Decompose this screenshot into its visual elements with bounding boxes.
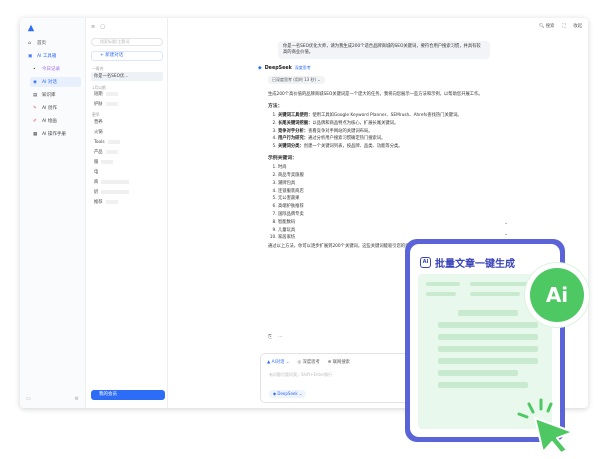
list-item[interactable]: Tools [91,138,163,147]
list-item: 潮牌包具 [278,181,506,187]
list-item: 用户行为研究：通过分析用户搜索习惯确定热门搜索词。 [278,136,506,142]
web-search-toggle[interactable]: ⊕ 联网搜索 [328,359,350,365]
app-logo-icon [27,24,35,32]
menu-icon[interactable]: ≡ [91,24,95,30]
rail-item-today[interactable]: • 今日记录 [30,64,86,74]
history-search-input[interactable]: 搜索标题/主题词 [91,38,163,46]
top-bar: 🔍︎ 搜索 ⛶ 收起 [539,23,582,30]
list-item: 竞争对手分析：查看竞争对手网站的关键词布局。 [278,129,506,135]
more-icon[interactable]: ⋯ [278,334,283,340]
left-rail: ⌂ 首页 ▣ AI 工具箱 • 今日记录 ◉ AI 对话 ▤ 知识库 ✎ AI 创作 ✐ AI… [20,18,86,408]
list-item: 智能数码 [278,220,506,226]
brush-icon: ✐ [33,118,37,124]
list-item[interactable]: 奶 [91,188,163,197]
model-select[interactable]: ▲ AI对话 ⌄ [267,359,289,365]
list-item[interactable]: 商 [91,178,163,187]
list-item[interactable]: 短期 [91,90,163,99]
examples-list: 时尚 商品专卖旗舰 潮牌包具 连锁服装商店 无公害蔬果 高端护肤推荐 国际品牌专… [278,165,506,241]
list-item[interactable]: 护肤 [91,100,163,109]
list-item: 儿童玩具 [278,228,506,234]
list-item: 无公害蔬果 [278,196,506,202]
ai-logo-icon: AI [420,257,431,268]
list-item: 时尚 [278,165,506,171]
feedback-bar: ⎘ ⋯ [268,334,283,340]
list-item[interactable]: 火锅 [91,128,163,137]
thinking-toggle[interactable]: 已深度思考 (用时 13 秒) ⌄ [268,76,325,84]
list-item[interactable]: 电 [91,168,163,177]
toolbox-icon: ▣ [28,53,33,59]
deep-think-toggle[interactable]: ◎ 深度思考 [297,359,319,365]
list-item: 连锁服装商店 [278,189,506,195]
panel-toolbar: ≡ ▢ [91,24,105,30]
rail-item-toolbox[interactable]: ▣ AI 工具箱 [25,51,81,61]
list-item: 国际品牌专卖 [278,212,506,218]
list-item: 关键词工具使用：使用工具如Google Keyword Planner、SEMr… [278,113,506,119]
rail-item-knowledge[interactable]: ▤ 知识库 [30,90,86,100]
search-button[interactable]: 🔍︎ 搜索 [539,23,554,29]
rail-item-ai-paint[interactable]: ✐ AI 绘画 [30,116,86,126]
ai-badge: Ai [530,268,584,322]
bot-header: ◆ DeepSeek 深度思考 [258,65,311,71]
methods-heading: 方法： [268,104,283,109]
history-item-active[interactable]: 你是一名SEO优... [91,72,163,81]
rail-item-ai-chat[interactable]: ◉ AI 对话 [30,77,81,87]
card-title: AI 批量文章一键生成 [420,255,515,270]
fullscreen-icon[interactable]: ⛶ [562,24,565,29]
bot-mode-tag: 深度思考 [294,65,311,70]
rail-item-ai-create[interactable]: ✎ AI 创作 [30,103,86,113]
pen-icon: ✎ [33,105,37,111]
chevron-down-icon[interactable]: ⌄ [504,231,508,237]
window-icon[interactable]: ▢ [100,24,105,30]
chat-input-placeholder[interactable]: 有问题尽管问我，Shift+Enter换行 [269,372,332,378]
list-item: 商品专卖旗舰 [278,173,506,179]
collapse-icon[interactable]: ▭ [26,396,31,402]
new-chat-button[interactable]: + 新建对话 [91,51,163,61]
list-item: 关键词分类：创建一个关键词列表，按品牌、品类、功能等分类。 [278,144,506,150]
deepseek-icon: ◆ [258,65,262,71]
collapse-button[interactable]: 收起 [573,23,582,29]
list-item[interactable]: 推荐 [91,198,163,207]
rail-item-manual[interactable]: ▦ AI 操作手册 [30,129,86,139]
copy-icon[interactable]: ⎘ [268,334,272,340]
scroll-controls: ⌄ ⌄ [504,220,508,237]
examples-heading: 示例关键词： [268,156,297,162]
history-panel: ≡ ▢ 搜索标题/主题词 + 新建对话 一周内 你是一名SEO优... 1月以前… [86,18,168,408]
cursor-pointer-icon [517,398,574,454]
input-toolbar: ▲ AI对话 ⌄ ◎ 深度思考 ⊕ 联网搜索 [267,359,350,365]
dot-icon: • [33,66,36,72]
list-item[interactable]: 营养 [91,118,163,127]
chevron-down-icon[interactable]: ⌄ [504,220,508,226]
list-item[interactable]: 服 [91,158,163,167]
settings-icon[interactable]: ⚙ [75,396,79,402]
chat-icon: ◉ [33,79,37,85]
user-message: 你是一名SEO优化大师，请为我生成200个适合品牌商城的SEO关键词，要符合用户… [278,41,490,59]
membership-button[interactable]: 我的会员 [91,390,165,400]
methods-list: 关键词工具使用：使用工具如Google Keyword Planner、SEMr… [278,113,506,150]
list-item: 长尾关键词挖掘：以品牌和商品特点为核心，扩展长尾关键词。 [278,121,506,127]
book-icon: ▤ [33,92,38,98]
model-chip[interactable]: ◆ DeepSeek ⌄ [269,390,307,398]
home-icon: ⌂ [28,40,31,46]
rail-item-home[interactable]: ⌂ 首页 [25,38,81,48]
list-item: 高端护肤推荐 [278,204,506,210]
bot-response: 生成200个高价值的品牌商城SEO关键词是一个庞大的任务。我将向您展示一些方法和… [268,92,506,254]
list-item[interactable]: 产品 [91,148,163,157]
manual-icon: ▦ [33,131,38,137]
response-intro: 生成200个高价值的品牌商城SEO关键词是一个庞大的任务。我将向您展示一些方法和… [268,92,483,97]
bot-name: DeepSeek [264,65,292,71]
